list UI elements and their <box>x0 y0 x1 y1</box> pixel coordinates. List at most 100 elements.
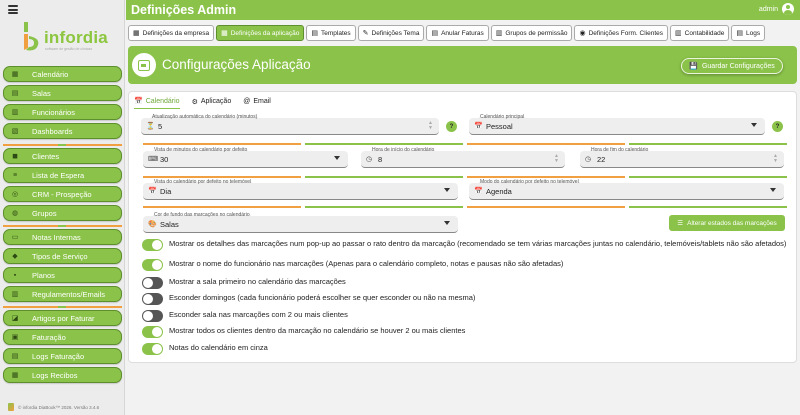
chevron-down-icon <box>770 188 776 192</box>
help-icon[interactable]: ? <box>772 121 783 132</box>
bg-color-select[interactable]: Cor de fundo das marcações no calendário… <box>143 212 458 233</box>
tab-defini-es-form-clientes[interactable]: ◉ Definições Form. Clientes <box>574 25 669 41</box>
toggle-switch[interactable] <box>142 326 163 338</box>
settings-card: 📅 Calendário ⚙ Aplicação @ Email Atualizaçã… <box>128 91 797 363</box>
client-form-icon: ◉ <box>579 30 586 37</box>
timer-icon: ⏳ <box>146 123 155 130</box>
toggle-row: Mostrar os detalhes das marcações num po… <box>142 239 789 251</box>
save-settings-button[interactable]: 💾 Guardar Configurações <box>681 58 783 74</box>
divider <box>467 143 625 145</box>
chevron-down-icon <box>444 221 450 225</box>
theme-icon: ✎ <box>362 30 369 37</box>
plans-icon: ▪ <box>13 271 17 279</box>
calendar-icon: 📅 <box>134 98 143 105</box>
sidebar-item-clientes[interactable]: ◼ Clientes <box>3 148 122 164</box>
tab-defini-es-da-empresa[interactable]: ▦ Definições da empresa <box>128 25 215 41</box>
minutes-view-select[interactable]: Vista de minutos do calendário por defei… <box>143 147 348 168</box>
calendar-icon: ▦ <box>11 71 19 78</box>
sidebar-item-label: Calendário <box>32 69 69 79</box>
main-calendar-select[interactable]: Calendário principal 📅 Pessoal <box>469 114 765 135</box>
notes-icon: ▭ <box>11 234 19 241</box>
spinner-icon[interactable]: ▲ ▼ <box>554 154 559 164</box>
sidebar-divider-mark <box>58 144 66 146</box>
tab-defini-es-da-aplica-o[interactable]: ▦ Definições da aplicação <box>216 25 305 41</box>
toggle-row: Mostrar a sala primeiro no calendário da… <box>142 277 789 289</box>
auto-update-field[interactable]: Atualização automática do calendário (mi… <box>141 114 439 135</box>
sidebar-item-label: Salas <box>32 88 51 98</box>
subtab-email[interactable]: @ Email <box>243 97 271 109</box>
mobile-view-select[interactable]: Vista do calendário por defeito no telem… <box>143 179 458 200</box>
sidebar-item-label: CRM - Prospeção <box>32 189 92 199</box>
toggle-switch[interactable] <box>142 293 163 305</box>
toggle-switch[interactable] <box>142 310 163 322</box>
logs-icon: ▤ <box>11 353 19 360</box>
sidebar-item-label: Lista de Espera <box>32 170 85 180</box>
tab-defini-es-tema[interactable]: ✎ Definições Tema <box>357 25 425 41</box>
tab-templates[interactable]: ▤ Templates <box>306 25 356 41</box>
toggle-switch[interactable] <box>142 343 163 355</box>
divider <box>305 176 463 178</box>
sidebar-item-planos[interactable]: ▪ Planos <box>3 267 122 283</box>
toggle-row: Mostrar o nome do funcionário nas marcaç… <box>142 259 789 271</box>
toggle-switch[interactable] <box>142 277 163 289</box>
toggle-label: Mostrar os detalhes das marcações num po… <box>169 239 787 248</box>
section-title: Configurações Aplicação <box>162 57 311 72</box>
palette-icon: 🎨 <box>148 221 157 228</box>
toggle-switch[interactable] <box>142 259 163 271</box>
sidebar-item-label: Faturação <box>32 332 66 342</box>
app-settings-icon: ▦ <box>221 30 228 37</box>
logs-icon: ▤ <box>736 30 744 37</box>
sidebar-item-regulamentos-emails[interactable]: ▥ Regulamentos/Emails <box>3 286 122 302</box>
toggle-label: Mostrar o nome do funcionário nas marcaç… <box>169 259 564 268</box>
sidebar-item-dashboards[interactable]: ▧ Dashboards <box>3 123 122 139</box>
sidebar-item-lista-de-espera[interactable]: ≡ Lista de Espera <box>3 167 122 183</box>
receipt-icon: ▦ <box>11 372 19 379</box>
toggle-label: Notas do calendário em cinza <box>169 343 268 352</box>
user-name: admin <box>758 5 778 13</box>
sidebar: infordia software de gestão de clínicas … <box>0 0 125 415</box>
user-menu[interactable]: admin <box>759 3 794 15</box>
section-header: Configurações Aplicação 💾 Guardar Config… <box>128 46 797 84</box>
staff-icon: ▥ <box>11 109 19 116</box>
sidebar-item-fatura-o[interactable]: ▣ Faturação <box>3 329 122 345</box>
avatar-icon[interactable] <box>782 3 794 15</box>
tab-contabilidade[interactable]: ▥ Contabilidade <box>670 25 730 41</box>
divider <box>629 206 787 208</box>
invoice-icon: ▣ <box>11 334 19 341</box>
sidebar-item-tipos-de-servi-o[interactable]: ◆ Tipos de Serviço <box>3 248 122 264</box>
sidebar-item-calend-rio[interactable]: ▦ Calendário <box>3 66 122 82</box>
start-time-field[interactable]: Hora de início do calendário ◷ 8 ▲ ▼ <box>361 147 565 168</box>
alter-states-button[interactable]: ☰ Alterar estados das marcações <box>669 215 785 231</box>
toggle-label: Esconder domingos (cada funcionário pode… <box>169 293 476 302</box>
toggle-switch[interactable] <box>142 239 163 251</box>
sidebar-item-grupos[interactable]: ◍ Grupos <box>3 205 122 221</box>
sidebar-item-salas[interactable]: ▤ Salas <box>3 85 122 101</box>
save-icon: 💾 <box>689 63 698 70</box>
mobile-mode-select[interactable]: Modo do calendário por defeito no telemó… <box>469 179 784 200</box>
sidebar-item-crm-prospe-o[interactable]: ◎ CRM - Prospeção <box>3 186 122 202</box>
sidebar-item-logs-fatura-o[interactable]: ▤ Logs Faturação <box>3 348 122 364</box>
sidebar-item-notas-internas[interactable]: ▭ Notas Internas <box>3 229 122 245</box>
tab-grupos-de-permiss-o[interactable]: ▥ Grupos de permissão <box>490 25 573 41</box>
calendar-icon: 📅 <box>474 123 483 130</box>
tab-anular-faturas[interactable]: ▤ Anular Faturas <box>426 25 489 41</box>
sidebar-item-funcion-rios[interactable]: ▥ Funcionários <box>3 104 122 120</box>
menu-icon[interactable] <box>8 5 18 14</box>
help-icon[interactable]: ? <box>446 121 457 132</box>
toggle-row: Esconder sala nas marcações com 2 ou mai… <box>142 310 789 322</box>
subtab-aplicacao[interactable]: ⚙ Aplicação <box>192 97 232 109</box>
spinner-icon[interactable]: ▲ ▼ <box>428 121 433 131</box>
subtab-calendario[interactable]: 📅 Calendário <box>134 97 180 109</box>
toggle-label: Mostrar a sala primeiro no calendário da… <box>169 277 346 286</box>
sidebar-item-artigos-por-faturar[interactable]: ◪ Artigos por Faturar <box>3 310 122 326</box>
end-time-field[interactable]: Hora de fim do calendário ◷ 22 ▲ ▼ <box>580 147 784 168</box>
app-settings-icon <box>132 53 156 77</box>
spinner-icon[interactable]: ▲ ▼ <box>773 154 778 164</box>
permission-group-icon: ▥ <box>495 30 503 37</box>
sidebar-divider-mark <box>58 306 66 308</box>
sidebar-item-logs-recibos[interactable]: ▦ Logs Recibos <box>3 367 122 383</box>
tab-logs[interactable]: ▤ Logs <box>731 25 766 41</box>
dashboard-icon: ▧ <box>11 128 19 135</box>
at-icon: @ <box>243 98 251 105</box>
logo: infordia software de gestão de clínicas <box>22 22 108 54</box>
